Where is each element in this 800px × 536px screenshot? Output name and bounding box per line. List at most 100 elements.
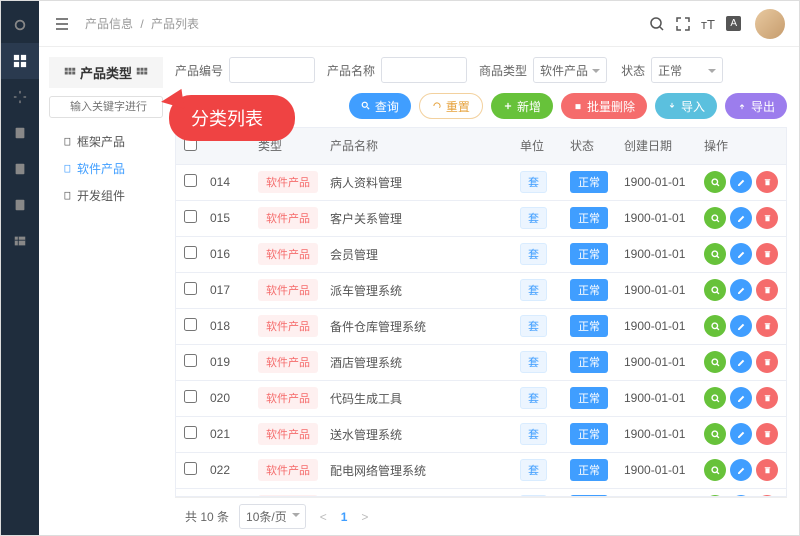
pagination: 共 10 条 10条/页 < 1 > xyxy=(175,497,787,535)
tree-item[interactable]: 框架产品 xyxy=(49,128,163,155)
edit-button[interactable] xyxy=(730,459,752,481)
delete-button[interactable] xyxy=(756,315,778,337)
fullscreen-icon[interactable] xyxy=(674,15,692,33)
tree-item[interactable]: 软件产品 xyxy=(49,155,163,182)
view-button[interactable] xyxy=(704,351,726,373)
row-checkbox[interactable] xyxy=(184,174,197,187)
cell-date: 1900-01-01 xyxy=(618,452,698,488)
tree-item[interactable]: 开发组件 xyxy=(49,182,163,209)
refresh-icon xyxy=(432,101,442,111)
delete-button[interactable] xyxy=(756,351,778,373)
query-button[interactable]: 查询 xyxy=(349,93,411,119)
type-tag: 软件产品 xyxy=(258,459,318,481)
delete-button[interactable] xyxy=(756,207,778,229)
rail-dashboard[interactable] xyxy=(1,7,39,43)
table-scroll[interactable]: 类型 产品名称 单位 状态 创建日期 操作 014软件产品病人资料管理套正常19… xyxy=(175,127,787,497)
label-name: 产品名称 xyxy=(327,62,375,79)
view-button[interactable] xyxy=(704,243,726,265)
table-row: 023软件产品软件缺陷管理套正常1900-01-01 xyxy=(176,488,786,497)
reset-button[interactable]: 重置 xyxy=(419,93,483,119)
rail-table[interactable] xyxy=(1,223,39,259)
delete-button[interactable] xyxy=(756,171,778,193)
add-button[interactable]: 新增 xyxy=(491,93,553,119)
row-checkbox[interactable] xyxy=(184,282,197,295)
tree-search-input[interactable] xyxy=(49,96,163,118)
cell-date: 1900-01-01 xyxy=(618,344,698,380)
view-button[interactable] xyxy=(704,315,726,337)
unit-tag: 套 xyxy=(520,351,547,373)
row-checkbox[interactable] xyxy=(184,318,197,331)
page-prev[interactable]: < xyxy=(316,510,331,524)
view-button[interactable] xyxy=(704,279,726,301)
page-next[interactable]: > xyxy=(357,510,372,524)
table-row: 020软件产品代码生成工具套正常1900-01-01 xyxy=(176,380,786,416)
delete-button[interactable] xyxy=(756,423,778,445)
grid-icon xyxy=(136,67,148,79)
row-checkbox[interactable] xyxy=(184,246,197,259)
view-button[interactable] xyxy=(704,171,726,193)
view-button[interactable] xyxy=(704,459,726,481)
menu-toggle-icon[interactable] xyxy=(53,15,71,33)
cell-code: 022 xyxy=(204,452,252,488)
view-button[interactable] xyxy=(704,207,726,229)
edit-button[interactable] xyxy=(730,207,752,229)
product-table: 类型 产品名称 单位 状态 创建日期 操作 014软件产品病人资料管理套正常19… xyxy=(176,128,786,497)
font-size-icon[interactable]: тT xyxy=(700,15,718,33)
row-checkbox[interactable] xyxy=(184,462,197,475)
delete-button[interactable] xyxy=(756,459,778,481)
edit-button[interactable] xyxy=(730,351,752,373)
delete-button[interactable] xyxy=(756,387,778,409)
status-tag: 正常 xyxy=(570,171,608,193)
table-row: 017软件产品派车管理系统套正常1900-01-01 xyxy=(176,272,786,308)
type-tag: 软件产品 xyxy=(258,387,318,409)
page-size-select[interactable]: 10条/页 xyxy=(239,504,306,529)
search-icon[interactable] xyxy=(648,15,666,33)
select-category[interactable]: 软件产品 xyxy=(533,57,607,83)
delete-button[interactable] xyxy=(756,279,778,301)
cell-date: 1900-01-01 xyxy=(618,488,698,497)
edit-button[interactable] xyxy=(730,423,752,445)
avatar[interactable] xyxy=(755,9,785,39)
view-button[interactable] xyxy=(704,387,726,409)
cell-date: 1900-01-01 xyxy=(618,308,698,344)
row-checkbox[interactable] xyxy=(184,390,197,403)
rail-grid[interactable] xyxy=(1,43,39,79)
breadcrumb-1[interactable]: 产品信息 xyxy=(85,17,133,31)
edit-button[interactable] xyxy=(730,171,752,193)
edit-button[interactable] xyxy=(730,279,752,301)
import-button[interactable]: 导入 xyxy=(655,93,717,119)
row-checkbox[interactable] xyxy=(184,354,197,367)
rail-doc3[interactable] xyxy=(1,187,39,223)
page-current[interactable]: 1 xyxy=(341,510,348,524)
nav-rail xyxy=(1,1,39,535)
edit-button[interactable] xyxy=(730,387,752,409)
language-badge[interactable]: A xyxy=(726,16,741,31)
edit-button[interactable] xyxy=(730,315,752,337)
cell-date: 1900-01-01 xyxy=(618,164,698,200)
export-icon xyxy=(737,101,747,111)
table-row: 019软件产品酒店管理系统套正常1900-01-01 xyxy=(176,344,786,380)
batch-delete-button[interactable]: 批量删除 xyxy=(561,93,647,119)
page-total: 共 10 条 xyxy=(185,508,229,525)
filter-bar: 产品编号 产品名称 商品类型 软件产品 状态 正常 xyxy=(175,57,787,83)
breadcrumb-2[interactable]: 产品列表 xyxy=(151,17,199,31)
input-name[interactable] xyxy=(381,57,467,83)
rail-doc2[interactable] xyxy=(1,151,39,187)
select-status[interactable]: 正常 xyxy=(651,57,723,83)
topbar: 产品信息 / 产品列表 тT A xyxy=(39,1,799,47)
status-tag: 正常 xyxy=(570,351,608,373)
export-button[interactable]: 导出 xyxy=(725,93,787,119)
row-checkbox[interactable] xyxy=(184,210,197,223)
edit-button[interactable] xyxy=(730,243,752,265)
view-button[interactable] xyxy=(704,423,726,445)
row-checkbox[interactable] xyxy=(184,426,197,439)
rail-target[interactable] xyxy=(1,79,39,115)
import-icon xyxy=(667,101,677,111)
cell-name: 客户关系管理 xyxy=(324,200,514,236)
status-tag: 正常 xyxy=(570,243,608,265)
input-code[interactable] xyxy=(229,57,315,83)
rail-doc1[interactable] xyxy=(1,115,39,151)
cell-code: 014 xyxy=(204,164,252,200)
file-icon xyxy=(63,137,73,147)
delete-button[interactable] xyxy=(756,243,778,265)
